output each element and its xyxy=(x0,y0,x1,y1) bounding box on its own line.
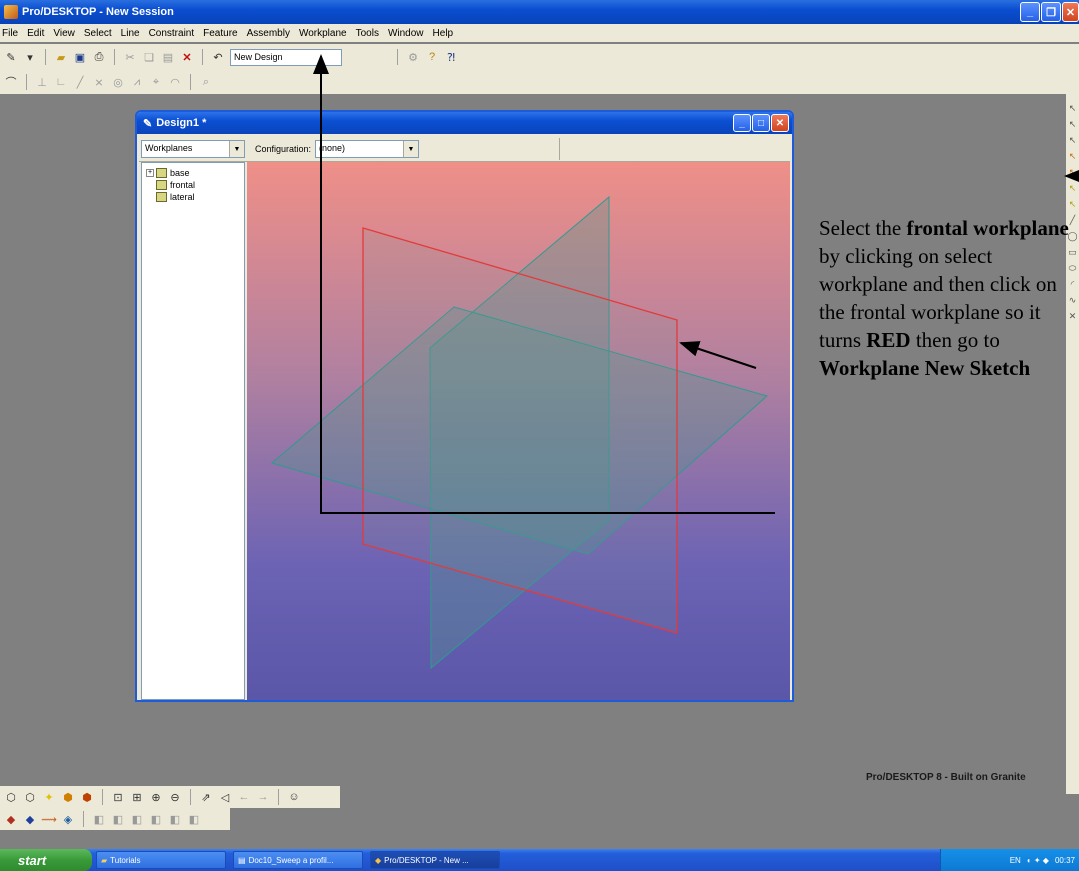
menu-pointer-arrow xyxy=(313,54,775,514)
task-label: Tutorials xyxy=(110,855,141,865)
feature-a-icon[interactable]: ◧ xyxy=(92,812,106,826)
feature-d-icon[interactable]: ◧ xyxy=(149,812,163,826)
rotate-icon[interactable]: ◁ xyxy=(218,790,232,804)
start-label: start xyxy=(18,852,47,868)
view-toolbar: ⬡ ⬡ ✦ ⬢ ⬢ ⊡ ⊞ ⊕ ⊖ ⇗ ◁ ← → ☺ xyxy=(0,786,340,808)
zoom-window-icon[interactable]: ⊞ xyxy=(130,790,144,804)
brand-label: Pro/DESKTOP 8 - Built on Granite xyxy=(866,772,1026,783)
toolbar-separator xyxy=(83,811,84,827)
annotation-arrows xyxy=(313,54,1079,514)
feature-b-icon[interactable]: ◧ xyxy=(111,812,125,826)
feature-e-icon[interactable]: ◧ xyxy=(168,812,182,826)
light-icon[interactable]: ✦ xyxy=(42,790,56,804)
toolbar-separator xyxy=(190,789,191,805)
prodesktop-task-icon: ◆ xyxy=(375,855,382,865)
shaded-icon[interactable]: ⬢ xyxy=(61,790,75,804)
instruction-bold-red: RED xyxy=(866,328,911,352)
task-word-doc[interactable]: ▤ Doc10_Sweep a profil... xyxy=(233,851,363,869)
extrude-icon[interactable]: ◆ xyxy=(4,812,18,826)
smiley-icon[interactable]: ☺ xyxy=(287,790,301,804)
system-tray: EN ◐ ✦ ◆ 00:37 xyxy=(940,849,1079,871)
taskbar: start ▰ Tutorials ▤ Doc10_Sweep a profil… xyxy=(0,849,1079,871)
tray-icons[interactable]: ◐ ✦ ◆ xyxy=(1027,856,1049,865)
forward-arrow-icon[interactable]: → xyxy=(256,790,270,804)
feature-toolbar: ◆ ◆ ⟿ ◈ ◧ ◧ ◧ ◧ ◧ ◧ xyxy=(0,808,230,830)
instruction-annotation: Select the frontal workplane by clicking… xyxy=(819,214,1079,382)
enhanced-icon[interactable]: ⬢ xyxy=(80,790,94,804)
toolbar-separator xyxy=(102,789,103,805)
folder-icon: ▰ xyxy=(101,855,108,865)
zoom-in-icon[interactable]: ⊕ xyxy=(149,790,163,804)
plane-pointer-arrow xyxy=(679,341,757,369)
instruction-bold-menu: Workplane New Sketch xyxy=(819,356,1031,380)
start-button[interactable]: start xyxy=(0,849,92,871)
view-direction-icon[interactable]: ⇗ xyxy=(199,790,213,804)
loft-icon[interactable]: ◈ xyxy=(61,812,75,826)
clock: 00:37 xyxy=(1054,855,1075,865)
instruction-text: then go to xyxy=(910,328,1000,352)
task-label: Pro/DESKTOP - New ... xyxy=(384,855,469,865)
revolve-icon[interactable]: ◆ xyxy=(23,812,37,826)
back-arrow-icon[interactable]: ← xyxy=(237,790,251,804)
view-wireframe-icon[interactable]: ⬡ xyxy=(4,790,18,804)
task-prodesktop[interactable]: ◆ Pro/DESKTOP - New ... xyxy=(370,851,500,869)
task-tutorials[interactable]: ▰ Tutorials xyxy=(96,851,226,869)
zoom-fit-icon[interactable]: ⊡ xyxy=(111,790,125,804)
instruction-bold-frontal: frontal workplane xyxy=(906,216,1069,240)
word-doc-icon: ▤ xyxy=(238,855,246,865)
language-indicator[interactable]: EN xyxy=(1010,856,1021,865)
instruction-text: Select the xyxy=(819,216,907,240)
feature-f-icon[interactable]: ◧ xyxy=(187,812,201,826)
feature-c-icon[interactable]: ◧ xyxy=(130,812,144,826)
sweep-icon[interactable]: ⟿ xyxy=(41,812,57,826)
zoom-out-icon[interactable]: ⊖ xyxy=(168,790,182,804)
toolbar-separator xyxy=(278,789,279,805)
view-hidden-icon[interactable]: ⬡ xyxy=(23,790,37,804)
task-label: Doc10_Sweep a profil... xyxy=(248,855,334,865)
